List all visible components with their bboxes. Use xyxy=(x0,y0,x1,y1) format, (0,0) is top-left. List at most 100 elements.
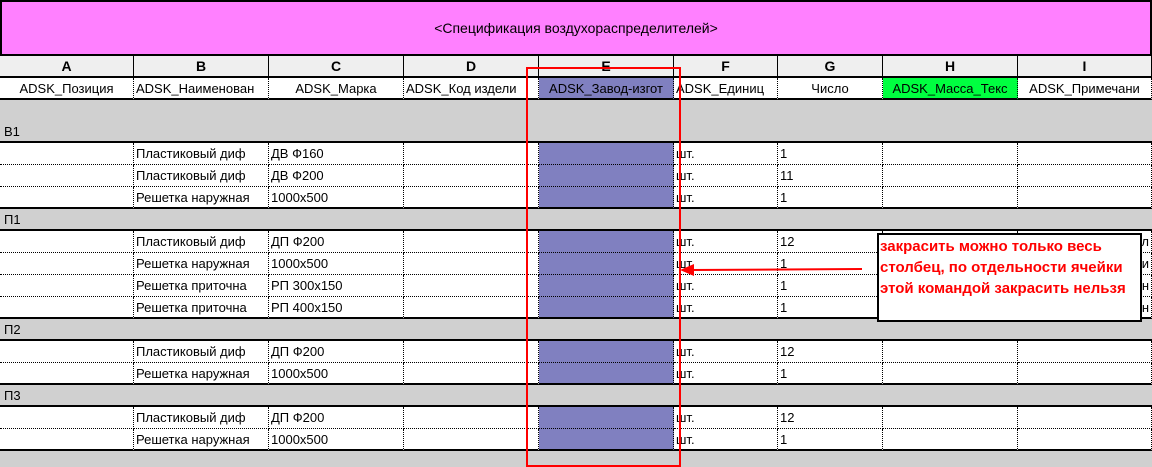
cell-d[interactable] xyxy=(404,429,539,451)
cell-b[interactable]: Решетка наружная xyxy=(134,429,269,451)
group-header[interactable]: П1 xyxy=(0,209,1152,231)
cell-h[interactable] xyxy=(883,407,1018,429)
cell-i[interactable] xyxy=(1018,187,1152,209)
cell-c[interactable]: 1000x500 xyxy=(269,429,404,451)
cell-i[interactable] xyxy=(1018,143,1152,165)
column-letter-i[interactable]: I xyxy=(1018,56,1152,78)
cell-c[interactable]: ДВ Ф200 xyxy=(269,165,404,187)
column-letter-d[interactable]: D xyxy=(404,56,539,78)
cell-e[interactable] xyxy=(539,341,674,363)
cell-e[interactable] xyxy=(539,143,674,165)
cell-b[interactable]: Пластиковый диф xyxy=(134,143,269,165)
cell-d[interactable] xyxy=(404,297,539,319)
cell-f[interactable]: шт. xyxy=(674,231,778,253)
cell-h[interactable] xyxy=(883,341,1018,363)
cell-d[interactable] xyxy=(404,363,539,385)
cell-e[interactable] xyxy=(539,187,674,209)
cell-g[interactable]: 1 xyxy=(778,363,883,385)
cell-e[interactable] xyxy=(539,231,674,253)
cell-d[interactable] xyxy=(404,187,539,209)
cell-b[interactable]: Пластиковый диф xyxy=(134,341,269,363)
cell-g[interactable]: 12 xyxy=(778,407,883,429)
cell-h[interactable] xyxy=(883,187,1018,209)
cell-d[interactable] xyxy=(404,341,539,363)
group-header[interactable]: В1 xyxy=(0,100,1152,143)
cell-c[interactable]: РП 400x150 xyxy=(269,297,404,319)
cell-a[interactable] xyxy=(0,297,134,319)
cell-a[interactable] xyxy=(0,363,134,385)
cell-e[interactable] xyxy=(539,363,674,385)
cell-f[interactable]: шт. xyxy=(674,143,778,165)
cell-d[interactable] xyxy=(404,165,539,187)
column-header-a[interactable]: ADSK_Позиция xyxy=(0,78,134,100)
column-header-h[interactable]: ADSK_Масса_Текс xyxy=(883,78,1018,100)
cell-e[interactable] xyxy=(539,253,674,275)
cell-g[interactable]: 12 xyxy=(778,231,883,253)
cell-a[interactable] xyxy=(0,407,134,429)
column-letter-g[interactable]: G xyxy=(778,56,883,78)
column-header-e[interactable]: ADSK_Завод-изгот xyxy=(539,78,674,100)
column-letter-e[interactable]: E xyxy=(539,56,674,78)
column-header-b[interactable]: ADSK_Наименован xyxy=(134,78,269,100)
cell-a[interactable] xyxy=(0,165,134,187)
cell-f[interactable]: шт. xyxy=(674,363,778,385)
cell-e[interactable] xyxy=(539,407,674,429)
column-letter-h[interactable]: H xyxy=(883,56,1018,78)
cell-g[interactable]: 12 xyxy=(778,341,883,363)
cell-h[interactable] xyxy=(883,143,1018,165)
column-header-c[interactable]: ADSK_Марка xyxy=(269,78,404,100)
cell-i[interactable] xyxy=(1018,407,1152,429)
cell-i[interactable] xyxy=(1018,165,1152,187)
cell-f[interactable]: шт. xyxy=(674,429,778,451)
cell-a[interactable] xyxy=(0,187,134,209)
cell-g[interactable]: 1 xyxy=(778,275,883,297)
cell-a[interactable] xyxy=(0,253,134,275)
cell-b[interactable]: Решетка приточна xyxy=(134,297,269,319)
cell-e[interactable] xyxy=(539,297,674,319)
column-letter-a[interactable]: A xyxy=(0,56,134,78)
cell-b[interactable]: Решетка наружная xyxy=(134,187,269,209)
cell-h[interactable] xyxy=(883,165,1018,187)
cell-d[interactable] xyxy=(404,143,539,165)
cell-f[interactable]: шт. xyxy=(674,275,778,297)
cell-b[interactable]: Решетка наружная xyxy=(134,363,269,385)
cell-a[interactable] xyxy=(0,143,134,165)
cell-g[interactable]: 1 xyxy=(778,297,883,319)
cell-d[interactable] xyxy=(404,253,539,275)
column-letter-b[interactable]: B xyxy=(134,56,269,78)
cell-c[interactable]: 1000x500 xyxy=(269,253,404,275)
cell-d[interactable] xyxy=(404,231,539,253)
group-header[interactable]: П2 xyxy=(0,319,1152,341)
cell-b[interactable]: Пластиковый диф xyxy=(134,407,269,429)
cell-f[interactable]: шт. xyxy=(674,341,778,363)
cell-b[interactable]: Решетка наружная xyxy=(134,253,269,275)
cell-f[interactable]: шт. xyxy=(674,407,778,429)
cell-c[interactable]: 1000x500 xyxy=(269,187,404,209)
column-header-i[interactable]: ADSK_Примечани xyxy=(1018,78,1152,100)
cell-d[interactable] xyxy=(404,275,539,297)
cell-g[interactable]: 1 xyxy=(778,187,883,209)
column-letter-f[interactable]: F xyxy=(674,56,778,78)
cell-c[interactable]: ДВ Ф160 xyxy=(269,143,404,165)
cell-g[interactable]: 1 xyxy=(778,143,883,165)
cell-c[interactable]: РП 300x150 xyxy=(269,275,404,297)
cell-g[interactable]: 1 xyxy=(778,253,883,275)
cell-b[interactable]: Пластиковый диф xyxy=(134,165,269,187)
cell-a[interactable] xyxy=(0,275,134,297)
cell-c[interactable]: ДП Ф200 xyxy=(269,231,404,253)
cell-a[interactable] xyxy=(0,341,134,363)
column-letter-c[interactable]: C xyxy=(269,56,404,78)
cell-c[interactable]: ДП Ф200 xyxy=(269,407,404,429)
cell-b[interactable]: Решетка приточна xyxy=(134,275,269,297)
cell-f[interactable]: шт. xyxy=(674,253,778,275)
column-header-g[interactable]: Число xyxy=(778,78,883,100)
cell-a[interactable] xyxy=(0,429,134,451)
cell-e[interactable] xyxy=(539,275,674,297)
cell-d[interactable] xyxy=(404,407,539,429)
cell-f[interactable]: шт. xyxy=(674,165,778,187)
cell-i[interactable] xyxy=(1018,341,1152,363)
cell-g[interactable]: 11 xyxy=(778,165,883,187)
cell-g[interactable]: 1 xyxy=(778,429,883,451)
cell-f[interactable]: шт. xyxy=(674,297,778,319)
cell-c[interactable]: 1000x500 xyxy=(269,363,404,385)
